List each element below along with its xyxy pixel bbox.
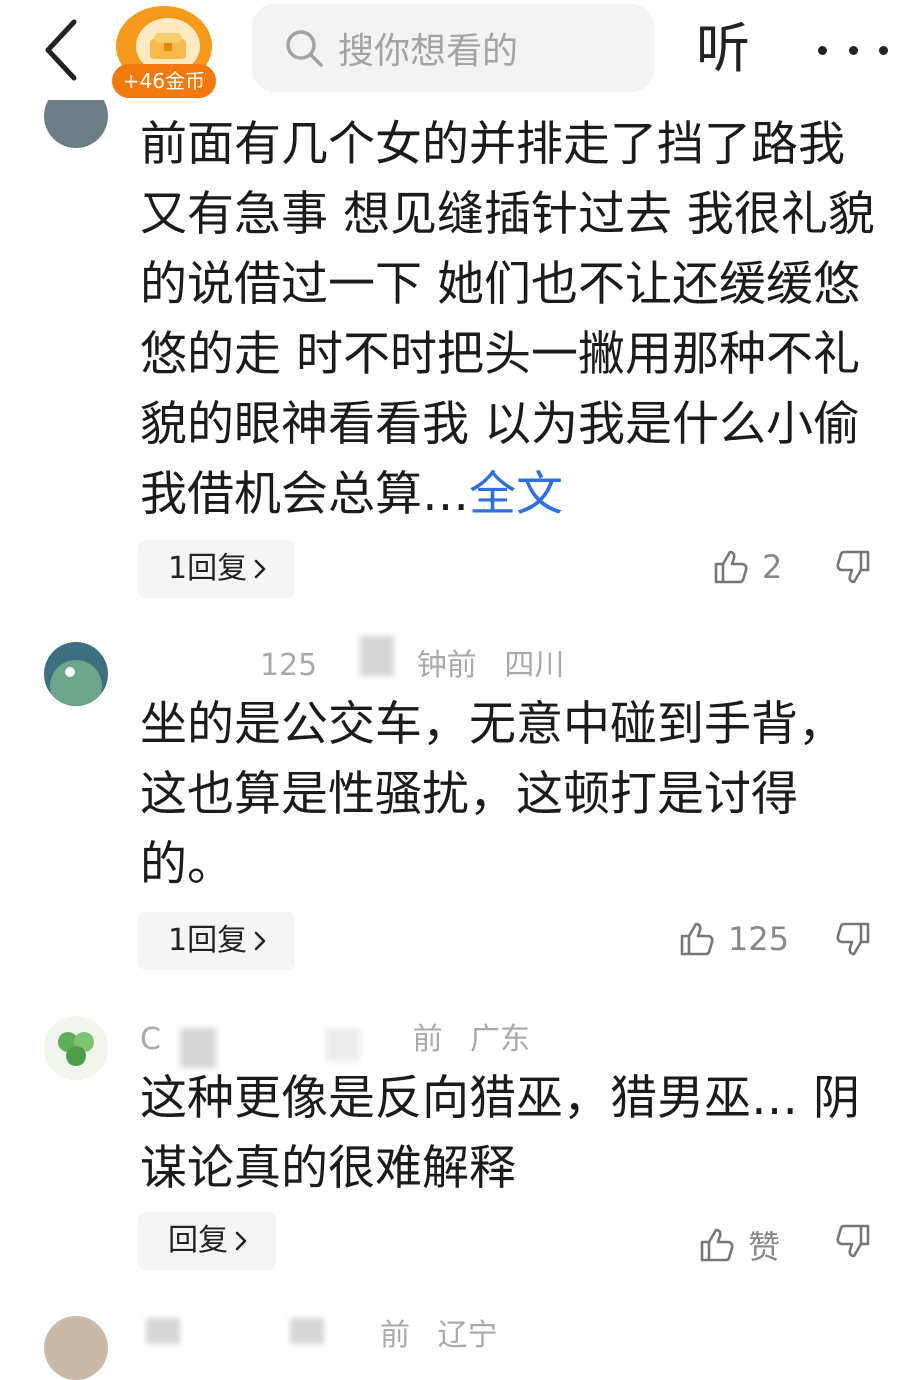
reply-label: 1回复 — [168, 923, 248, 958]
chevron-right-icon — [254, 559, 266, 579]
coin-reward-button[interactable]: +46金币 — [112, 6, 216, 98]
location: 四川 — [504, 648, 565, 683]
coin-badge: +46金币 — [112, 64, 216, 98]
reply-button[interactable]: 1回复 — [138, 912, 296, 970]
dislike-button[interactable] — [834, 548, 872, 590]
avatar[interactable] — [44, 1316, 108, 1380]
like-button[interactable]: 125 — [678, 920, 789, 958]
like-button[interactable]: 2 — [712, 548, 782, 586]
comment-body: 前面有几个女的并排走了挡了路我又有急事 想见缝插针过去 我很礼貌的说借过一下 她… — [140, 110, 880, 530]
listen-button[interactable]: 听 — [696, 14, 750, 84]
thumbs-down-icon — [836, 922, 870, 956]
more-menu-button[interactable] — [818, 30, 888, 70]
more-dot-icon — [879, 45, 888, 55]
like-label: 赞 — [748, 1228, 781, 1266]
search-placeholder: 搜你想看的 — [338, 31, 519, 72]
thumbs-down-icon — [836, 1224, 870, 1258]
like-button[interactable]: 赞 — [698, 1222, 780, 1268]
redaction-mask — [360, 636, 394, 676]
avatar-image — [44, 642, 108, 706]
redaction-mask — [326, 1028, 360, 1062]
thumbs-up-icon — [700, 1228, 734, 1262]
search-icon — [286, 30, 323, 67]
thumbs-down-icon — [836, 550, 870, 584]
location: 辽宁 — [437, 1318, 498, 1353]
comment-text: 前面有几个女的并排走了挡了路我又有急事 想见缝插针过去 我很礼貌的说借过一下 她… — [140, 117, 875, 522]
full-text-link[interactable]: 全文 — [469, 467, 563, 522]
more-dot-icon — [848, 45, 858, 55]
timestamp: 前 — [380, 1318, 410, 1353]
timestamp: 钟前 — [416, 648, 477, 683]
chevron-right-icon — [254, 931, 266, 951]
username-partial: C — [140, 1022, 161, 1057]
more-dot-icon — [818, 45, 827, 55]
back-button[interactable] — [30, 14, 94, 86]
comment-meta: 125 钟前 四川 — [140, 646, 564, 686]
avatar[interactable] — [44, 1016, 108, 1080]
dislike-button[interactable] — [834, 920, 872, 962]
clover-avatar-icon — [44, 1016, 108, 1080]
username-partial: 125 — [260, 648, 318, 683]
chevron-right-icon — [235, 1231, 247, 1251]
redaction-mask — [290, 1318, 324, 1344]
like-count: 2 — [762, 548, 783, 586]
reply-label: 回复 — [168, 1223, 228, 1258]
avatar[interactable] — [44, 642, 108, 706]
reply-label: 1回复 — [168, 551, 248, 586]
thumbs-up-icon — [680, 922, 714, 956]
reply-button[interactable]: 1回复 — [138, 540, 296, 598]
like-count: 125 — [728, 920, 790, 958]
comment-body: 这种更像是反向猎巫，猎男巫… 阴谋论真的很难解释 — [140, 1071, 860, 1196]
redaction-mask — [180, 1028, 216, 1068]
search-bar[interactable]: 搜你想看的 — [252, 4, 654, 92]
dislike-button[interactable] — [834, 1222, 872, 1264]
redaction-mask — [146, 1318, 180, 1344]
chevron-left-icon — [45, 19, 77, 81]
top-bar: +46金币 搜你想看的 听 — [0, 0, 922, 100]
timestamp: 前 — [412, 1022, 443, 1057]
thumbs-up-icon — [714, 550, 748, 584]
comment-body: 坐的是公交车，无意中碰到手背，这也算是性骚扰，这顿打是讨得的。 — [140, 697, 845, 892]
reply-button[interactable]: 回复 — [138, 1212, 276, 1270]
location: 广东 — [470, 1022, 531, 1057]
